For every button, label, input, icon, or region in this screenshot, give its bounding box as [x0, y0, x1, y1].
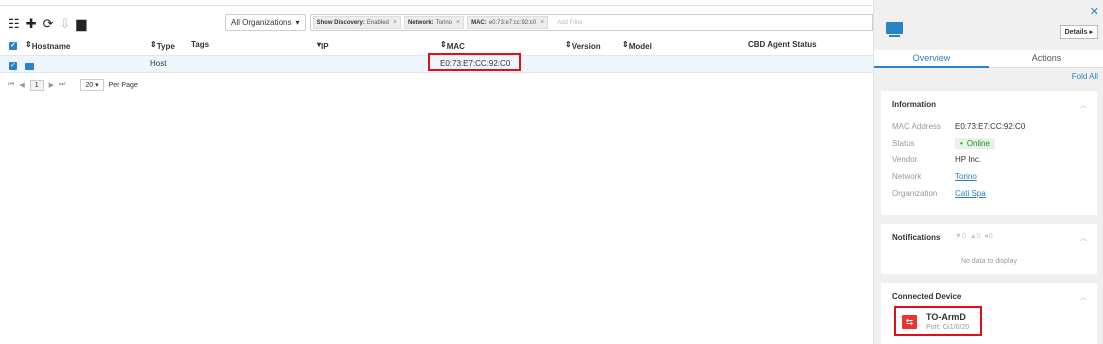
connected-device-title: Connected Device	[892, 292, 962, 301]
filter-chip-label: Show Discovery:	[316, 19, 365, 26]
info-count: 0	[988, 233, 993, 240]
next-page-button[interactable]: ▶	[49, 81, 54, 89]
current-page[interactable]: 1	[29, 79, 44, 91]
close-icon[interactable]: ×	[456, 19, 460, 26]
per-page-value: 20	[85, 82, 94, 89]
toolbar: ☷ ✚ ⟳ ⇩ ▆	[8, 17, 86, 30]
info-label-status: Status	[892, 139, 915, 148]
panel-tabs: Overview Actions	[874, 50, 1103, 68]
column-hostname-label: Hostname	[31, 42, 71, 51]
filter-chip-label: MAC:	[471, 19, 487, 26]
no-data-message: No data to display	[960, 258, 1018, 265]
column-type[interactable]: ⇕ Type	[150, 40, 175, 51]
column-mac-label: MAC	[446, 42, 465, 51]
filter-chip-discovery[interactable]: Show Discovery: Enabled ×	[312, 16, 401, 29]
close-icon[interactable]: ×	[393, 19, 397, 26]
filter-chips[interactable]: Show Discovery: Enabled × Network: Torin…	[309, 14, 873, 31]
connected-device-item[interactable]: ⇆ TO-ArmD Port: Gi1/0/20	[894, 306, 982, 336]
details-button[interactable]: Details ▸	[1059, 25, 1098, 39]
info-label-network: Network	[892, 172, 922, 181]
information-card: Information ︿ MAC Address E0:73:E7:CC:92…	[881, 91, 1097, 215]
details-panel: ✕ Details ▸ Overview Actions Fold All In…	[873, 0, 1103, 344]
chevron-down-icon: ▾	[295, 18, 300, 27]
column-cbd-agent-status[interactable]: CBD Agent Status	[748, 40, 817, 49]
table-header: ✓ ⇕ Hostname ⇕ Type Tags ▾ IP ⇕ MAC ⇕ Ve…	[9, 40, 817, 51]
column-hostname[interactable]: ⇕ Hostname	[25, 40, 70, 51]
download-icon[interactable]: ⇩	[59, 17, 70, 30]
tab-actions[interactable]: Actions	[989, 53, 1103, 63]
grid-icon[interactable]: ☷	[8, 17, 20, 30]
column-version-label: Version	[571, 42, 601, 51]
device-port: Port: Gi1/0/20	[926, 324, 970, 331]
fold-all-link[interactable]: Fold All	[1072, 72, 1098, 81]
last-page-button[interactable]: ⏭	[59, 81, 65, 89]
info-label-vendor: Vendor	[892, 155, 918, 164]
first-page-button[interactable]: ⏮	[8, 81, 14, 89]
prev-page-button[interactable]: ◀	[19, 81, 24, 89]
monitor-icon	[886, 22, 903, 37]
mac-highlight-box	[428, 53, 521, 71]
filter-chip-value: Torino	[435, 19, 452, 26]
info-value-vendor: HP Inc.	[955, 155, 982, 164]
chevron-down-icon: ▾	[95, 82, 99, 89]
filter-icon: ▼	[955, 233, 962, 240]
per-page-label: Per Page	[108, 81, 138, 89]
filter-chip-network[interactable]: Network: Torino ×	[403, 16, 465, 29]
column-tags[interactable]: Tags	[191, 40, 209, 49]
warning-count: 0	[976, 233, 981, 240]
close-icon[interactable]: ×	[540, 19, 544, 26]
top-divider	[0, 5, 873, 6]
chevron-up-icon[interactable]: ︿	[1080, 292, 1087, 302]
plus-icon[interactable]: ✚	[26, 17, 37, 30]
info-value-mac: E0:73:E7:CC:92:C0	[955, 122, 1026, 131]
column-model[interactable]: ⇕ Model	[622, 40, 652, 51]
active-tab-indicator	[874, 66, 989, 68]
column-ip[interactable]: ▾ IP	[317, 40, 329, 51]
add-filter-input[interactable]: Add Filter	[557, 20, 583, 26]
warning-icon: ▲	[969, 233, 977, 240]
chevron-up-icon[interactable]: ︿	[1080, 233, 1087, 243]
filter-chip-value: Enabled	[366, 19, 389, 26]
refresh-icon[interactable]: ⟳	[43, 17, 54, 30]
information-title: Information	[892, 100, 936, 109]
device-name: TO-ArmD	[926, 312, 966, 322]
column-model-label: Model	[628, 42, 652, 51]
organization-link[interactable]: Cati Spa	[955, 189, 986, 198]
info-label-organization: Organization	[892, 189, 938, 198]
column-type-label: Type	[156, 42, 175, 51]
notification-counts: ▼0 ▲0 ●0	[955, 233, 993, 240]
trash-icon[interactable]: ▆	[76, 17, 86, 30]
filter-chip-value: e0:73:e7:cc:92:c0	[488, 19, 537, 26]
chevron-up-icon[interactable]: ︿	[1080, 100, 1087, 110]
per-page-select[interactable]: 20 ▾	[80, 79, 104, 91]
notifications-card: Notifications ▼0 ▲0 ●0 ︿ No data to disp…	[881, 224, 1097, 274]
switch-icon: ⇆	[902, 315, 917, 329]
filter-bar: All Organizations ▾ Show Discovery: Enab…	[225, 14, 873, 31]
cell-type: Host	[150, 59, 167, 68]
status-badge: Online	[955, 138, 995, 149]
organization-select[interactable]: All Organizations ▾	[225, 14, 306, 31]
details-button-label: Details	[1064, 29, 1088, 36]
notifications-title: Notifications	[892, 233, 941, 242]
error-count: 0	[961, 233, 966, 240]
organization-select-value: All Organizations	[231, 18, 292, 27]
pagination: ⏮ ◀ 1 ▶ ⏭ 20 ▾ Per Page	[8, 79, 138, 91]
network-link[interactable]: Torino	[955, 172, 977, 181]
filter-chip-label: Network:	[407, 19, 434, 26]
column-ip-label: IP	[321, 42, 329, 51]
tab-overview-label: Overview	[912, 53, 951, 63]
info-label-mac: MAC Address	[892, 122, 941, 131]
column-version[interactable]: ⇕ Version	[565, 40, 601, 51]
close-icon[interactable]: ✕	[1090, 5, 1099, 18]
column-mac[interactable]: ⇕ MAC	[440, 40, 465, 51]
filter-chip-mac[interactable]: MAC: e0:73:e7:cc:92:c0 ×	[467, 16, 549, 29]
tab-overview[interactable]: Overview	[874, 53, 989, 63]
